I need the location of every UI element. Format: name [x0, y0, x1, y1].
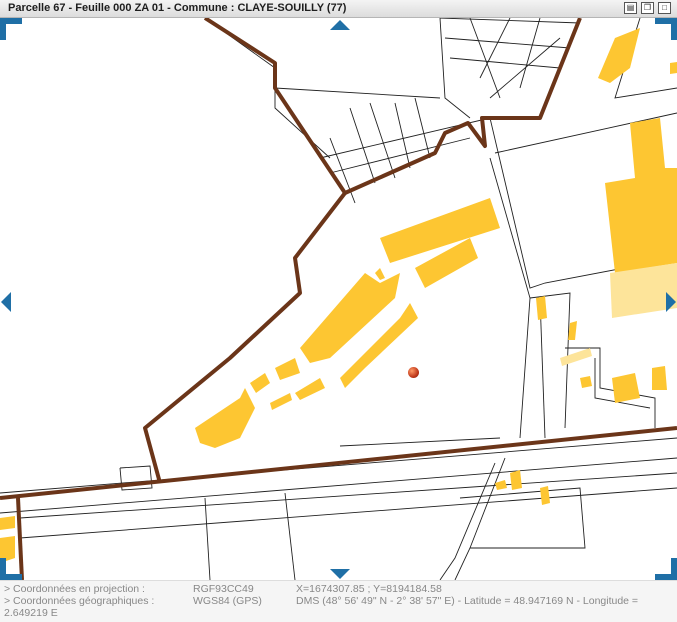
maximize-icon[interactable]: □ — [658, 2, 671, 14]
corner-top-right-icon — [655, 18, 677, 40]
projection-system: RGF93CC49 — [193, 583, 254, 595]
projection-value: X=1674307.85 ; Y=8194184.58 — [296, 583, 442, 595]
corner-bottom-right-icon — [655, 558, 677, 580]
geographic-label: > Coordonnées géographiques : — [4, 595, 155, 607]
location-marker[interactable] — [408, 367, 419, 378]
pan-down-icon[interactable] — [330, 569, 350, 579]
geographic-system: WGS84 (GPS) — [193, 595, 262, 607]
building-light-2 — [560, 348, 592, 366]
projection-label: > Coordonnées en projection : — [4, 583, 145, 595]
corner-top-left-icon — [0, 18, 22, 40]
geographic-value: DMS (48° 56' 49" N - 2° 38' 57" E) - Lat… — [296, 595, 639, 607]
pan-right-icon[interactable] — [666, 292, 676, 312]
print-icon[interactable]: ▤ — [624, 2, 637, 14]
window-title: Parcelle 67 - Feuille 000 ZA 01 - Commun… — [8, 2, 347, 14]
pan-left-icon[interactable] — [1, 292, 11, 312]
cadastral-map[interactable] — [0, 18, 677, 580]
geographic-value-cont: 2.649219 E — [4, 607, 58, 619]
coordinates-panel: > Coordonnées en projection : RGF93CC49 … — [0, 580, 677, 622]
title-bar: Parcelle 67 - Feuille 000 ZA 01 - Commun… — [0, 0, 677, 18]
restore-window-icon[interactable]: ❐ — [641, 2, 654, 14]
pan-up-icon[interactable] — [330, 20, 350, 30]
map-canvas — [0, 18, 677, 580]
parcel-lines — [0, 18, 677, 580]
corner-bottom-left-icon — [0, 558, 22, 580]
buildings — [0, 28, 677, 563]
